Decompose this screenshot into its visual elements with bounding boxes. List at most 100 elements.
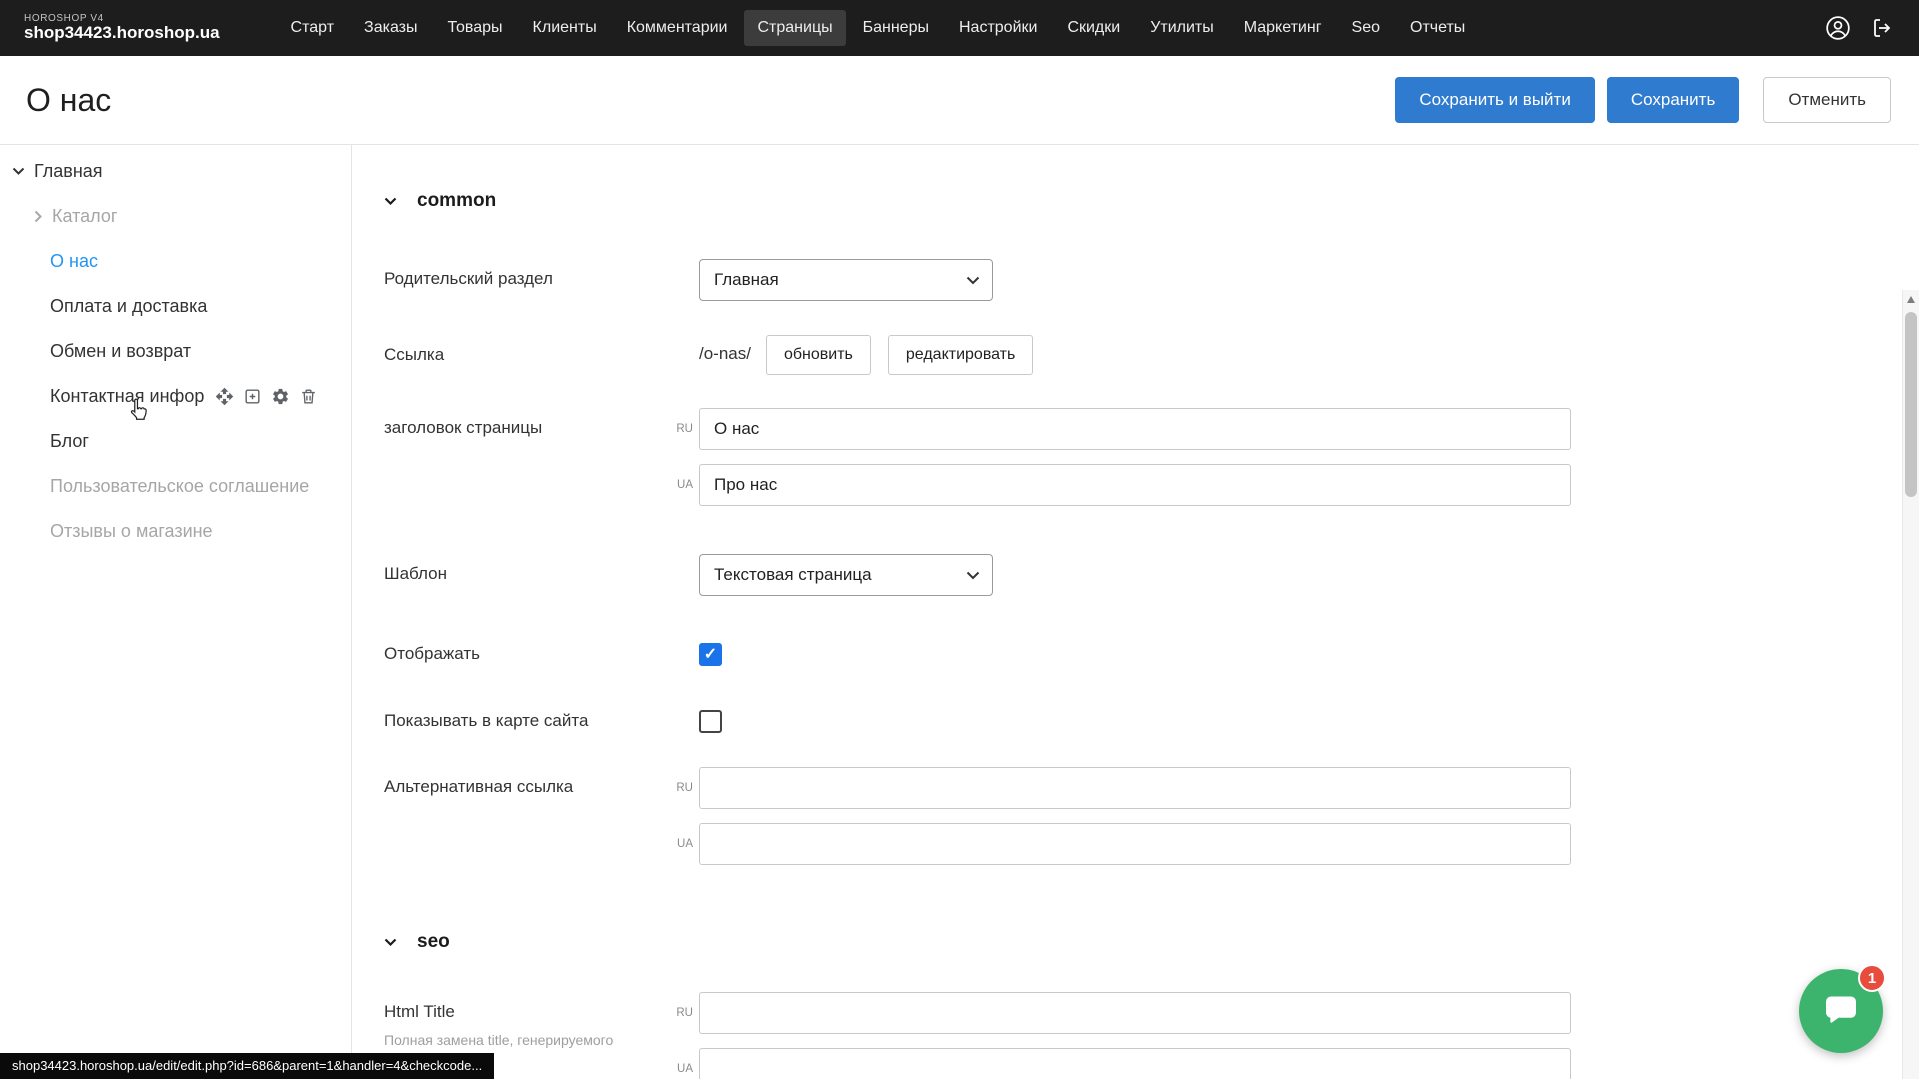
cancel-button[interactable]: Отменить [1763,77,1891,123]
display-label: Отображать [384,643,699,664]
lang-tag-ua: UA [667,479,693,491]
sidebar-item-otzyvy-o-magazine[interactable]: Отзывы о магазине [0,509,351,554]
nav-discounts[interactable]: Скидки [1054,10,1133,46]
field-template: Шаблон Текстовая страница [384,554,1919,596]
cursor-hand-icon [126,396,153,428]
parent-section-label: Родительский раздел [384,259,699,289]
alt-link-ru-input[interactable] [699,767,1571,809]
chevron-down-icon [966,565,980,585]
nav-pages[interactable]: Страницы [744,10,845,46]
template-label: Шаблон [384,554,699,584]
parent-section-selected-value: Главная [714,270,779,290]
section-seo[interactable]: seo [384,930,1919,954]
tree-item-label: Каталог [52,206,117,227]
brand-domain: shop34423.horoshop.ua [24,24,220,43]
nav-clients[interactable]: Клиенты [520,10,610,46]
page-title-inputs: RU UA [699,408,1571,506]
top-menu: Старт Заказы Товары Клиенты Комментарии … [278,10,1807,46]
nav-comments[interactable]: Комментарии [614,10,741,46]
tree-item-label: Обмен и возврат [50,341,191,362]
field-link: Ссылка /o-nas/ обновить редактировать [384,335,1919,375]
topbar-actions [1825,15,1895,41]
save-and-exit-button[interactable]: Сохранить и выйти [1395,77,1594,123]
alt-link-ua-input[interactable] [699,823,1571,865]
tree-item-label: Отзывы о магазине [50,521,213,542]
vertical-scrollbar[interactable] [1902,290,1919,1079]
html-title-ua-row: UA [667,1048,1571,1079]
html-title-label-block: Html Title Полная замена title, генериру… [384,992,699,1048]
field-alt-link: Альтернативная ссылка RU UA [384,767,1919,865]
nav-products[interactable]: Товары [435,10,516,46]
sidebar-item-blog[interactable]: Блог [0,419,351,464]
nav-settings[interactable]: Настройки [946,10,1050,46]
alt-link-ua-row: UA [667,823,1571,865]
nav-orders[interactable]: Заказы [351,10,430,46]
nav-start[interactable]: Старт [278,10,347,46]
template-select[interactable]: Текстовая страница [699,554,993,596]
tree-item-label: Оплата и доставка [50,296,207,317]
settings-icon[interactable] [271,387,290,406]
delete-icon[interactable] [299,387,318,406]
move-icon[interactable] [215,387,234,406]
page-edit-form: common Родительский раздел Главная Ссылк… [352,145,1919,1079]
scroll-up-arrow-icon[interactable] [1907,296,1915,303]
page-header: О нас Сохранить и выйти Сохранить Отмени… [0,56,1919,144]
top-nav: HOROSHOP V4 shop34423.horoshop.ua Старт … [0,0,1919,56]
lang-tag-ru: RU [667,782,693,794]
section-seo-label: seo [417,931,450,953]
save-button[interactable]: Сохранить [1607,77,1739,123]
sidebar-item-glavnaya[interactable]: Главная [0,149,351,194]
sidebar-item-obmen-i-vozvrat[interactable]: Обмен и возврат [0,329,351,374]
section-common[interactable]: common [384,189,1919,213]
nav-reports[interactable]: Отчеты [1397,10,1478,46]
chat-widget-button[interactable]: 1 [1799,969,1883,1053]
page-title-ua-row: UA [667,464,1571,506]
sidebar-item-katalog[interactable]: Каталог [0,194,351,239]
link-label: Ссылка [384,335,699,365]
template-selected-value: Текстовая страница [714,565,872,585]
sidebar-item-o-nas[interactable]: О нас [0,239,351,284]
nav-utilities[interactable]: Утилиты [1137,10,1227,46]
add-icon[interactable] [243,387,262,406]
link-edit-button[interactable]: редактировать [888,335,1033,375]
field-html-title: Html Title Полная замена title, генериру… [384,992,1919,1079]
page-title-ru-input[interactable] [699,408,1571,450]
html-title-ru-row: RU [667,992,1571,1034]
account-icon[interactable] [1825,15,1851,41]
sidebar-item-polzovatelskoe-soglashenie[interactable]: Пользовательское соглашение [0,464,351,509]
sitemap-label: Показывать в карте сайта [384,710,699,731]
brand[interactable]: HOROSHOP V4 shop34423.horoshop.ua [24,13,220,43]
page-title-ua-input[interactable] [699,464,1571,506]
scrollbar-thumb[interactable] [1905,312,1917,497]
html-title-hint: Полная замена title, генерируемого [384,1032,699,1048]
page-title: О нас [26,82,111,119]
chevron-right-icon[interactable] [34,210,43,223]
field-parent-section: Родительский раздел Главная [384,259,1919,301]
link-controls: /o-nas/ обновить редактировать [699,335,1050,375]
lang-tag-ru: RU [667,1007,693,1019]
parent-section-select[interactable]: Главная [699,259,993,301]
display-checkbox[interactable] [699,643,722,666]
chevron-down-icon[interactable] [12,167,25,176]
tree-item-label: Главная [34,161,103,182]
field-sitemap: Показывать в карте сайта [384,710,1919,733]
tree-item-label: Пользовательское соглашение [50,476,309,497]
html-title-ru-input[interactable] [699,992,1571,1034]
lang-tag-ru: RU [667,423,693,435]
lang-tag-ua: UA [667,838,693,850]
app-root: HOROSHOP V4 shop34423.horoshop.ua Старт … [0,0,1919,1079]
nav-marketing[interactable]: Маркетинг [1231,10,1335,46]
sidebar-item-oplata-i-dostavka[interactable]: Оплата и доставка [0,284,351,329]
nav-banners[interactable]: Баннеры [850,10,942,46]
nav-seo[interactable]: Seo [1339,10,1393,46]
sidebar-item-kontaktnaya-infor[interactable]: Контактная инфор [0,374,351,419]
tree-item-label: О нас [50,251,98,272]
link-path: /o-nas/ [699,335,751,364]
pages-tree-sidebar: Главная Каталог О нас Оплата и доставка … [0,145,352,1079]
html-title-ua-input[interactable] [699,1048,1571,1079]
lang-tag-ua: UA [667,1063,693,1075]
sitemap-checkbox[interactable] [699,710,722,733]
logout-icon[interactable] [1871,16,1895,40]
chat-icon [1821,989,1861,1034]
link-refresh-button[interactable]: обновить [766,335,871,375]
